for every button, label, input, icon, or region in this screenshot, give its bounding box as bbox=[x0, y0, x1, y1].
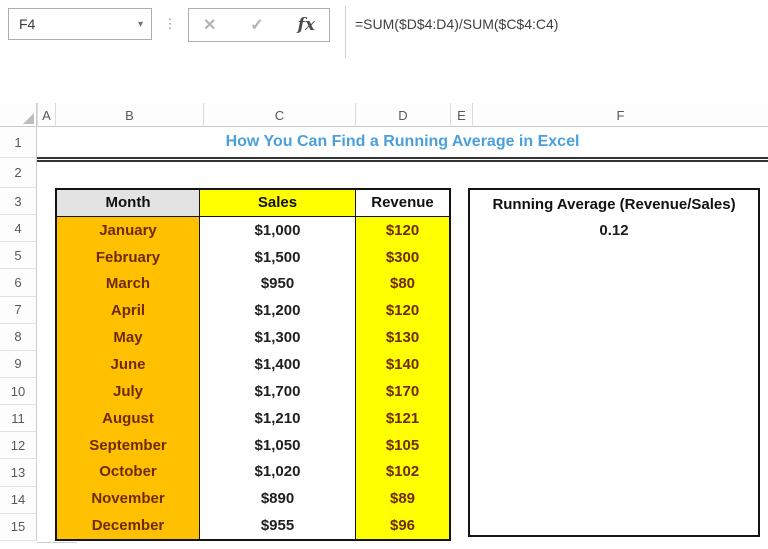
table-cell[interactable]: $80 bbox=[356, 270, 449, 298]
row-header-6[interactable]: 6 bbox=[0, 269, 37, 297]
formula-bar[interactable]: =SUM($D$4:D4)/SUM($C$4:C4) bbox=[345, 6, 768, 58]
column-header-row: ABCDEF bbox=[37, 103, 768, 127]
table-cell[interactable]: $1,200 bbox=[200, 297, 356, 325]
row-header-1[interactable]: 1 bbox=[0, 127, 37, 158]
running-average-value-cell[interactable]: 0.12 bbox=[470, 217, 758, 244]
formula-buttons-group: ✕ ✓ fx bbox=[188, 8, 330, 42]
table-cell[interactable]: $1,400 bbox=[200, 351, 356, 378]
row-header-11[interactable]: 11 bbox=[0, 405, 37, 433]
column-header-D[interactable]: D bbox=[355, 103, 450, 127]
table-header-sales[interactable]: Sales bbox=[200, 190, 356, 217]
table-cell[interactable]: $130 bbox=[356, 324, 449, 352]
row-header-2[interactable]: 2 bbox=[0, 158, 37, 188]
table-cell[interactable]: $170 bbox=[356, 377, 449, 405]
name-box[interactable]: F4 ▾ bbox=[8, 8, 152, 40]
row-header-8[interactable]: 8 bbox=[0, 323, 37, 351]
formula-bar-separator-icon: ⋮ bbox=[163, 16, 177, 31]
table-cell[interactable]: $1,210 bbox=[200, 404, 356, 432]
cancel-icon[interactable]: ✕ bbox=[203, 15, 216, 35]
select-all-button[interactable] bbox=[0, 103, 37, 127]
row-header-14[interactable]: 14 bbox=[0, 486, 37, 514]
table-cell[interactable]: $1,700 bbox=[200, 377, 356, 405]
table-header-revenue[interactable]: Revenue bbox=[356, 190, 449, 217]
column-header-E[interactable]: E bbox=[450, 103, 472, 127]
insert-function-icon[interactable]: fx bbox=[298, 15, 315, 35]
table-cell[interactable]: $1,000 bbox=[200, 216, 356, 244]
table-cell[interactable]: $96 bbox=[356, 512, 449, 539]
table-cell[interactable]: $121 bbox=[356, 404, 449, 432]
table-cell[interactable]: $120 bbox=[356, 216, 449, 244]
table-cell[interactable]: May bbox=[57, 324, 200, 352]
table-cell[interactable]: September bbox=[57, 431, 200, 459]
row-header-5[interactable]: 5 bbox=[0, 242, 37, 270]
table-header-month[interactable]: Month bbox=[57, 190, 200, 217]
table-cell[interactable]: $1,050 bbox=[200, 431, 356, 459]
sheet-title-cell[interactable]: How You Can Find a Running Average in Ex… bbox=[37, 127, 768, 157]
table-cell[interactable]: $105 bbox=[356, 431, 449, 459]
table-cell[interactable]: $140 bbox=[356, 351, 449, 378]
table-cell[interactable]: $120 bbox=[356, 297, 449, 325]
table-cell[interactable]: $950 bbox=[200, 270, 356, 298]
table-cell[interactable]: February bbox=[57, 243, 200, 271]
table-cell[interactable]: April bbox=[57, 297, 200, 325]
row-header-12[interactable]: 12 bbox=[0, 432, 37, 460]
table-cell[interactable]: $89 bbox=[356, 485, 449, 513]
table-cell[interactable]: $955 bbox=[200, 512, 356, 539]
row-header-13[interactable]: 13 bbox=[0, 459, 37, 487]
table-cell[interactable]: November bbox=[57, 485, 200, 513]
excel-window: F4 ▾ ⋮ ✕ ✓ fx =SUM($D$4:D4)/SUM($C$4:C4)… bbox=[0, 0, 768, 549]
row-header-3[interactable]: 3 bbox=[0, 188, 37, 216]
column-header-C[interactable]: C bbox=[203, 103, 355, 127]
row-header-10[interactable]: 10 bbox=[0, 378, 37, 406]
row-header-7[interactable]: 7 bbox=[0, 296, 37, 324]
table-cell[interactable]: $1,020 bbox=[200, 458, 356, 486]
table-cell[interactable]: July bbox=[57, 377, 200, 405]
running-average-box: Running Average (Revenue/Sales) 0.12 bbox=[468, 188, 760, 537]
table-cell[interactable]: $890 bbox=[200, 485, 356, 513]
table-cell[interactable]: $1,300 bbox=[200, 324, 356, 352]
running-average-label-cell[interactable]: Running Average (Revenue/Sales) bbox=[470, 192, 758, 217]
table-cell[interactable]: March bbox=[57, 270, 200, 298]
table-cell[interactable]: December bbox=[57, 512, 200, 539]
table-cell[interactable]: June bbox=[57, 351, 200, 378]
table-cell[interactable]: January bbox=[57, 216, 200, 244]
table-cell[interactable]: October bbox=[57, 458, 200, 486]
formula-text[interactable]: =SUM($D$4:D4)/SUM($C$4:C4) bbox=[355, 16, 558, 32]
column-header-F[interactable]: F bbox=[472, 103, 768, 127]
title-double-underline bbox=[37, 157, 768, 162]
active-cell-reference: F4 bbox=[19, 16, 36, 32]
row-header-4[interactable]: 4 bbox=[0, 215, 37, 243]
column-header-B[interactable]: B bbox=[55, 103, 203, 127]
enter-icon[interactable]: ✓ bbox=[250, 15, 263, 35]
name-box-dropdown-icon[interactable]: ▾ bbox=[138, 19, 143, 30]
table-cell[interactable]: $102 bbox=[356, 458, 449, 486]
table-cell[interactable]: August bbox=[57, 404, 200, 432]
row-header-15[interactable]: 15 bbox=[0, 513, 37, 541]
gridline-stub bbox=[37, 542, 77, 543]
table-cell[interactable]: $1,500 bbox=[200, 243, 356, 271]
monthly-data-table: Month Sales Revenue January $1,000 $120 Februa… bbox=[55, 188, 451, 541]
row-header-9[interactable]: 9 bbox=[0, 350, 37, 379]
column-header-A[interactable]: A bbox=[37, 103, 55, 127]
select-all-triangle-icon bbox=[23, 113, 34, 124]
table-cell[interactable]: $300 bbox=[356, 243, 449, 271]
